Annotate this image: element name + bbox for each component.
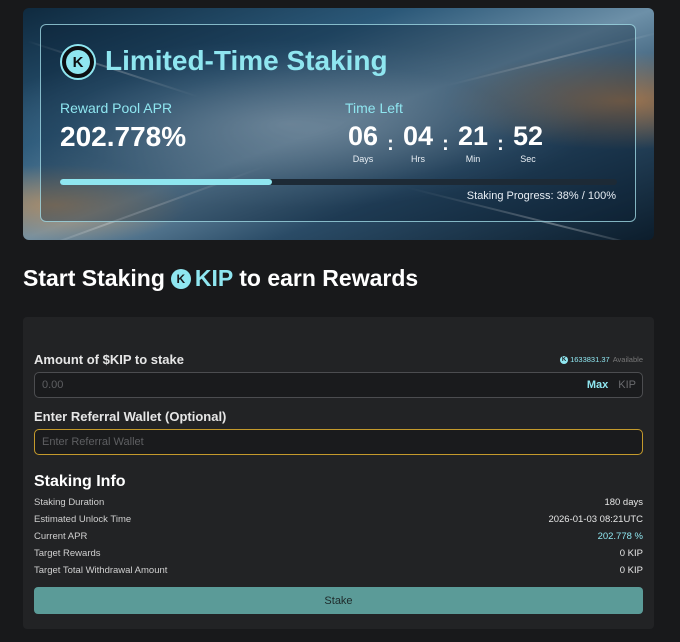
countdown-days-label: Days bbox=[352, 154, 374, 164]
balance-suffix: Available bbox=[612, 355, 643, 364]
amount-label: Amount of $KIP to stake bbox=[34, 352, 185, 367]
available-balance: K 1633831.37 Available bbox=[560, 355, 643, 364]
staking-info-title: Staking Info bbox=[34, 473, 126, 490]
countdown-separator: : bbox=[387, 133, 394, 155]
countdown-days-value: 06 bbox=[347, 121, 379, 151]
countdown-separator: : bbox=[442, 133, 449, 155]
staking-progress-bar bbox=[60, 179, 617, 185]
info-row-duration: Staking Duration 180 days bbox=[34, 497, 643, 508]
staking-banner: K Limited-Time Staking Reward Pool APR 2… bbox=[23, 8, 654, 240]
info-row-current-apr: Current APR 202.778 % bbox=[34, 531, 643, 542]
heading-prefix: Start Staking bbox=[23, 265, 165, 291]
heading-token: KIP bbox=[194, 265, 234, 291]
countdown-seconds-label: Sec bbox=[520, 154, 536, 164]
amount-input-box: Max KIP bbox=[34, 372, 643, 398]
countdown-timer: 06 Days : 04 Hrs : 21 Min : 52 Sec bbox=[345, 121, 546, 164]
max-button[interactable]: Max bbox=[587, 379, 608, 391]
apr-label: Reward Pool APR bbox=[60, 100, 173, 116]
time-left-label: Time Left bbox=[345, 100, 403, 116]
staking-panel: Amount of $KIP to stake K 1633831.37 Ava… bbox=[23, 317, 654, 629]
countdown-hours-value: 04 bbox=[402, 121, 434, 151]
info-row-target-rewards: Target Rewards 0 KIP bbox=[34, 548, 643, 559]
staking-progress-text: Staking Progress: 38% / 100% bbox=[466, 190, 616, 202]
countdown-minutes-value: 21 bbox=[457, 121, 489, 151]
stake-button[interactable]: Stake bbox=[34, 587, 643, 614]
kip-logo-icon: K bbox=[60, 44, 96, 80]
referral-wallet-input[interactable] bbox=[35, 430, 642, 454]
amount-input[interactable] bbox=[35, 373, 642, 397]
countdown-hours-label: Hrs bbox=[411, 154, 425, 164]
balance-value: 1633831.37 bbox=[570, 355, 610, 364]
info-value: 0 KIP bbox=[619, 565, 643, 576]
countdown-days: 06 Days bbox=[345, 121, 381, 164]
banner-title: Limited-Time Staking bbox=[105, 45, 388, 76]
kip-logo-letter: K bbox=[66, 50, 90, 74]
info-label: Target Total Withdrawal Amount bbox=[34, 565, 168, 576]
countdown-seconds-value: 52 bbox=[512, 121, 544, 151]
banner-card: K Limited-Time Staking Reward Pool APR 2… bbox=[40, 24, 636, 222]
referral-input-box bbox=[34, 429, 643, 455]
info-value: 2026-01-03 08:21UTC bbox=[548, 514, 643, 525]
info-value: 0 KIP bbox=[619, 548, 643, 559]
page-heading: Start Staking K KIP to earn Rewards bbox=[23, 265, 418, 292]
countdown-hours: 04 Hrs bbox=[400, 121, 436, 164]
countdown-minutes: 21 Min bbox=[455, 121, 491, 164]
amount-unit: KIP bbox=[618, 379, 636, 391]
info-row-unlock-time: Estimated Unlock Time 2026-01-03 08:21UT… bbox=[34, 514, 643, 525]
kip-token-icon: K bbox=[170, 268, 191, 289]
countdown-separator: : bbox=[497, 133, 504, 155]
info-label: Estimated Unlock Time bbox=[34, 514, 132, 525]
referral-label: Enter Referral Wallet (Optional) bbox=[34, 409, 227, 424]
info-label: Target Rewards bbox=[34, 548, 101, 559]
info-label: Staking Duration bbox=[34, 497, 105, 508]
countdown-minutes-label: Min bbox=[465, 154, 481, 164]
amount-suffix: Max KIP bbox=[587, 379, 636, 391]
apr-value: 202.778% bbox=[60, 121, 187, 152]
info-value: 202.778 % bbox=[597, 531, 643, 542]
info-label: Current APR bbox=[34, 531, 88, 542]
staking-progress-fill bbox=[60, 179, 272, 185]
info-value: 180 days bbox=[604, 497, 643, 508]
info-row-target-withdrawal: Target Total Withdrawal Amount 0 KIP bbox=[34, 565, 643, 576]
kip-coin-icon: K bbox=[560, 355, 569, 364]
countdown-seconds: 52 Sec bbox=[510, 121, 546, 164]
heading-suffix: to earn Rewards bbox=[239, 265, 419, 291]
